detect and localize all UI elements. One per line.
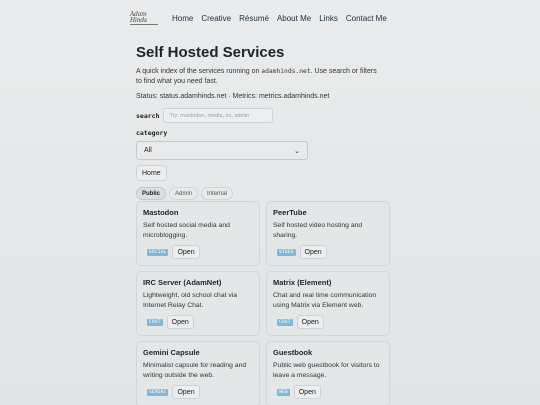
search-row: search Try: mastodon, media, irc, admin [136, 108, 396, 123]
nav-link-about[interactable]: About Me [277, 14, 311, 23]
page-description: A quick index of the services running on… [136, 67, 382, 87]
category-tag: WEB [277, 388, 290, 396]
service-card-matrix: Matrix (Element) Chat and real time comm… [266, 271, 390, 336]
card-title: PeerTube [273, 208, 307, 217]
status-line: Status: status.adamhinds.net · Metrics: … [136, 93, 330, 100]
filter-internal[interactable]: Internal [201, 187, 234, 200]
category-selected-value: All [144, 147, 152, 154]
search-label: search [136, 111, 160, 120]
page-title: Self Hosted Services [136, 44, 285, 61]
nav-link-creative[interactable]: Creative [201, 14, 231, 23]
open-button[interactable]: Open [166, 315, 194, 329]
card-footer: CHAT Open [147, 315, 194, 329]
card-title: Mastodon [143, 208, 179, 217]
card-title: Matrix (Element) [273, 278, 332, 287]
card-description: Lightweight, old school chat via Interne… [143, 292, 238, 309]
nav-link-home[interactable]: Home [172, 14, 193, 23]
domain-code: adamhinds.net [261, 68, 311, 75]
nav-link-resume[interactable]: Résumé [239, 14, 269, 23]
category-tag: SOCIAL [147, 248, 169, 256]
card-footer: WEB Open [277, 385, 321, 399]
search-input[interactable]: Try: mastodon, media, irc, admin [163, 108, 274, 123]
description-text: A quick index of the services running on [136, 68, 262, 75]
service-card-guestbook: Guestbook Public web guestbook for visit… [266, 341, 390, 405]
category-tag: CHAT [147, 318, 163, 326]
card-description: Chat and real time communication using M… [273, 292, 377, 309]
service-card-irc: IRC Server (AdamNet) Lightweight, old sc… [136, 271, 260, 336]
filter-admin[interactable]: Admin [169, 187, 199, 200]
card-footer: CHAT Open [277, 315, 324, 329]
top-nav: Adam Hinds Home Creative Résumé About Me… [130, 11, 395, 25]
category-select[interactable]: All ⌄ [136, 141, 308, 160]
service-card-gemini: Gemini Capsule Minimalist capsule for re… [136, 341, 260, 405]
site-logo[interactable]: Adam Hinds [130, 11, 158, 25]
main-content: Self Hosted Services A quick index of th… [136, 44, 396, 200]
card-footer: SOCIAL Open [147, 245, 200, 259]
open-button[interactable]: Open [296, 315, 324, 329]
category-label: category [136, 129, 168, 137]
home-button[interactable]: Home [136, 165, 167, 181]
card-description: Minimalist capsule for reading and writi… [143, 362, 247, 379]
category-tag: VIDEO [277, 248, 296, 256]
chevron-down-icon: ⌄ [294, 147, 300, 155]
category-tag: CHAT [277, 318, 293, 326]
category-tag: GEMINI [147, 388, 169, 396]
filter-pills: Public Admin Internal [136, 187, 396, 200]
card-description: Self hosted video hosting and sharing. [273, 222, 363, 239]
service-card-peertube: PeerTube Self hosted video hosting and s… [266, 201, 390, 266]
card-title: Gemini Capsule [143, 348, 200, 357]
open-button[interactable]: Open [172, 245, 200, 259]
nav-link-contact[interactable]: Contact Me [346, 14, 387, 23]
open-button[interactable]: Open [299, 245, 327, 259]
nav-link-links[interactable]: Links [319, 14, 338, 23]
service-card-mastodon: Mastodon Self hosted social media and mi… [136, 201, 260, 266]
card-title: IRC Server (AdamNet) [143, 278, 222, 287]
open-button[interactable]: Open [293, 385, 321, 399]
service-cards: Mastodon Self hosted social media and mi… [136, 201, 390, 405]
card-footer: VIDEO Open [277, 245, 327, 259]
card-title: Guestbook [273, 348, 313, 357]
filter-public[interactable]: Public [136, 187, 167, 200]
card-footer: GEMINI Open [147, 385, 200, 399]
card-description: Self hosted social media and microbloggi… [143, 222, 230, 239]
open-button[interactable]: Open [172, 385, 200, 399]
card-description: Public web guestbook for visitors to lea… [273, 362, 380, 379]
